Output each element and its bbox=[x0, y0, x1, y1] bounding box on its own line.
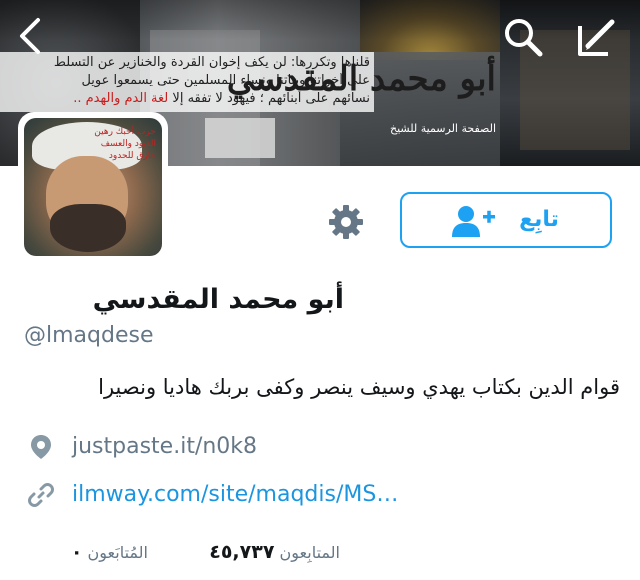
banner-logo-title: أبو محمد المقدسي bbox=[226, 59, 496, 99]
website-link[interactable]: ilmway.com/site/maqdis/MS… bbox=[72, 478, 398, 512]
gear-icon[interactable] bbox=[326, 202, 366, 242]
search-icon[interactable] bbox=[500, 14, 546, 60]
location-row: justpaste.it/n0k8 bbox=[24, 430, 624, 464]
avatar-caption: حرب أحبك رهين القيود والعسف حارق للحدود bbox=[94, 127, 156, 161]
following-count: ٠ bbox=[70, 541, 83, 563]
banner-photo-sign bbox=[205, 118, 275, 158]
bio: قوام الدين بكتاب يهدي وسيف ينصر وكفى برب… bbox=[98, 375, 620, 399]
avatar-beard bbox=[50, 204, 126, 252]
back-icon[interactable] bbox=[10, 14, 50, 58]
followers-count: ٤٥,٧٣٧ bbox=[209, 541, 275, 563]
following-label: المُتابَعون bbox=[87, 543, 148, 562]
follow-button[interactable]: تابِع bbox=[400, 192, 612, 248]
handle: @lmaqdese bbox=[24, 323, 154, 348]
banner-logo-subtitle: الصفحة الرسمية للشيخ bbox=[390, 122, 496, 135]
location-text: justpaste.it/n0k8 bbox=[72, 434, 258, 459]
link-icon bbox=[28, 482, 54, 508]
banner-quote-highlight: لغة الدم والهدم .. bbox=[73, 91, 169, 106]
followers-stat[interactable]: المتابِعون ٤٥,٧٣٧ bbox=[172, 532, 340, 572]
following-stat[interactable]: المُتابَعون ٠ bbox=[22, 532, 148, 572]
location-pin-icon bbox=[28, 434, 54, 460]
followers-label: المتابِعون bbox=[279, 543, 340, 562]
add-user-icon bbox=[450, 204, 498, 238]
follow-button-label: تابِع bbox=[519, 207, 559, 232]
display-name: أبو محمد المقدسي bbox=[92, 284, 344, 315]
compose-icon[interactable] bbox=[574, 14, 620, 60]
website-row[interactable]: ilmway.com/site/maqdis/MS… bbox=[24, 478, 624, 512]
avatar[interactable]: حرب أحبك رهين القيود والعسف حارق للحدود bbox=[24, 118, 162, 256]
